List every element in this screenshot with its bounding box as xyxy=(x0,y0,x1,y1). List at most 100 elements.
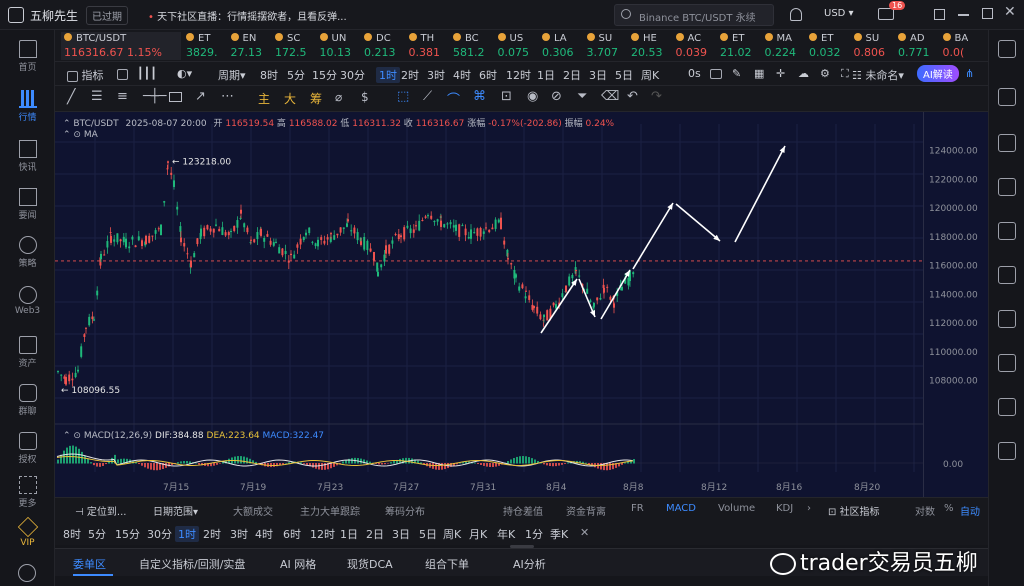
lock-icon[interactable]: ⊡ xyxy=(501,89,512,104)
parallel-lines-icon[interactable]: ≡ xyxy=(117,89,128,104)
tab-order-area[interactable]: 委单区 xyxy=(73,556,106,572)
tf-1[interactable]: 5分 xyxy=(88,526,106,542)
grid-layout-icon[interactable]: ▦ xyxy=(754,67,764,80)
window-restore-icon[interactable] xyxy=(934,9,945,20)
fullscreen-icon[interactable]: ⛶ xyxy=(841,67,849,81)
redo-icon[interactable]: ↷ xyxy=(651,89,662,104)
maximize-icon[interactable] xyxy=(982,8,993,19)
ticker-item[interactable]: MA 0.224 xyxy=(764,32,809,60)
more-tools-icon[interactable]: ⋯ xyxy=(221,89,234,104)
ticker-item[interactable]: HE 20.53 xyxy=(631,32,675,60)
drawn-arrow-line[interactable] xyxy=(675,203,721,242)
log-scale-toggle[interactable]: 对数 xyxy=(915,503,935,518)
filter-icon[interactable]: ⏷ xyxy=(577,89,587,104)
interval-3[interactable]: 30分 xyxy=(340,67,365,83)
interval-9[interactable]: 12时 xyxy=(506,67,531,83)
period-dropdown[interactable]: 周期▾ xyxy=(218,67,246,83)
magnet-icon[interactable]: ⌒ xyxy=(447,89,460,108)
rectangle-icon[interactable] xyxy=(169,92,182,102)
nav-item-vip[interactable]: VIP xyxy=(0,516,55,548)
tab-volume[interactable]: Volume xyxy=(718,503,755,514)
interval-1[interactable]: 5分 xyxy=(287,67,305,83)
ticker-item[interactable]: ET 0.032 xyxy=(809,32,853,60)
nav-item-news[interactable]: 要闻 xyxy=(0,188,55,221)
interval-12[interactable]: 3日 xyxy=(589,67,607,83)
interval-11[interactable]: 2日 xyxy=(563,67,581,83)
nav-item-more[interactable]: 更多 xyxy=(0,476,55,509)
status-badge[interactable]: 已过期 xyxy=(86,6,128,25)
pattern-icon[interactable]: ⌘ xyxy=(473,89,486,104)
tf-5[interactable]: 2时 xyxy=(203,526,221,542)
ticker-item[interactable]: SU 3.707 xyxy=(586,32,631,60)
calendar-icon[interactable] xyxy=(998,178,1016,196)
horizontal-lines-icon[interactable]: ☰ xyxy=(91,89,103,104)
ticker-item[interactable]: UN 10.13 xyxy=(319,32,364,60)
nav-item-home[interactable]: 首页 xyxy=(0,40,55,73)
ticker-item[interactable]: EN 27.13 xyxy=(230,32,275,60)
date-range-button[interactable]: 日期范围▾ xyxy=(153,503,198,518)
arrow-tool-icon[interactable]: ↗ xyxy=(195,89,206,104)
tf-7[interactable]: 4时 xyxy=(255,526,273,542)
interval-14[interactable]: 周K xyxy=(641,67,659,83)
watchlist-icon[interactable] xyxy=(998,40,1016,58)
horizontal-ray-icon[interactable]: ─┼─ xyxy=(143,89,166,104)
interval-7[interactable]: 4时 xyxy=(453,67,471,83)
tf-12[interactable]: 3日 xyxy=(392,526,410,542)
nav-item-auth[interactable]: 授权 xyxy=(0,432,55,465)
trend-line-icon[interactable]: ╱ xyxy=(67,89,75,105)
chip-tool[interactable]: 筹 xyxy=(310,90,322,107)
news-icon[interactable] xyxy=(998,266,1016,284)
interval-13[interactable]: 5日 xyxy=(615,67,633,83)
main-chart-tool[interactable]: 主 xyxy=(258,90,270,107)
large-order-tool[interactable]: 大 xyxy=(284,90,296,107)
trend-icon[interactable] xyxy=(998,398,1016,416)
trades-icon[interactable] xyxy=(998,134,1016,152)
orderbook-icon[interactable] xyxy=(998,88,1016,106)
tab-main-order-tracking[interactable]: 主力大单跟踪 xyxy=(300,503,360,518)
close-icon[interactable]: ✕ xyxy=(1004,4,1016,20)
tab-spot-dca[interactable]: 现货DCA xyxy=(347,556,393,572)
cloud-icon[interactable]: ☁ xyxy=(798,67,809,80)
tf-10[interactable]: 1日 xyxy=(340,526,358,542)
interval-0[interactable]: 8时 xyxy=(260,67,278,83)
tab-position-diff[interactable]: 持仓差值 xyxy=(503,503,543,518)
ticker-item[interactable]: BA 0.0( xyxy=(942,32,987,60)
interval-10[interactable]: 1日 xyxy=(537,67,555,83)
price-axis[interactable] xyxy=(923,112,988,497)
tab-fr[interactable]: FR xyxy=(631,503,644,514)
nav-item-flash[interactable]: 快讯 xyxy=(0,140,55,173)
layout-select[interactable]: ☷ 未命名▾ xyxy=(852,67,904,83)
percent-tool-icon[interactable]: ⌀ xyxy=(335,90,342,104)
chat-icon[interactable] xyxy=(998,354,1016,372)
tab-kdj[interactable]: KDJ xyxy=(776,503,793,514)
scroll-right-icon[interactable]: › xyxy=(807,503,811,514)
drawn-arrow-line[interactable] xyxy=(632,202,674,270)
tab-large-trades[interactable]: 大额成交 xyxy=(233,503,273,518)
layers-icon[interactable] xyxy=(998,310,1016,328)
tf-18[interactable]: 季K xyxy=(550,526,568,542)
collapse-icon[interactable]: ⌃ xyxy=(63,119,71,129)
tab-chip-distribution[interactable]: 筹码分布 xyxy=(385,503,425,518)
tab-fund-divergence[interactable]: 资金背离 xyxy=(566,503,606,518)
camera-icon[interactable] xyxy=(710,67,722,80)
tf-4[interactable]: 1时 xyxy=(175,526,199,542)
chart-area[interactable]: 124000.00 122000.00 120000.00 118000.00 1160… xyxy=(55,112,988,497)
interval-2[interactable]: 15分 xyxy=(312,67,337,83)
tf-3[interactable]: 30分 xyxy=(147,526,172,542)
interval-8[interactable]: 6时 xyxy=(479,67,497,83)
bell-icon[interactable] xyxy=(790,8,802,21)
macd-header[interactable]: ⌃ ⊙ MACD(12,26,9) DIF:384.88 DEA:223.64 … xyxy=(63,431,324,441)
tab-macd[interactable]: MACD xyxy=(666,503,696,514)
indicator-button[interactable]: 指标 xyxy=(67,67,104,83)
ticker-item[interactable]: DC 0.213 xyxy=(364,32,408,60)
search-input[interactable]: Binance BTC/USDT 永续 xyxy=(614,4,774,26)
tf-0[interactable]: 8时 xyxy=(63,526,81,542)
tab-combo-order[interactable]: 组合下单 xyxy=(425,556,469,572)
percent-scale-toggle[interactable]: % xyxy=(944,503,954,514)
ma-indicator-label[interactable]: ⌃ ⊙ MA xyxy=(63,130,98,140)
nav-item-assets[interactable]: 资产 xyxy=(0,336,55,369)
minimize-icon[interactable] xyxy=(958,14,969,16)
ticker-item[interactable]: TH 0.381 xyxy=(408,32,453,60)
currency-select[interactable]: USD ▾ xyxy=(824,8,854,19)
nav-item-chat[interactable]: 群聊 xyxy=(0,384,55,417)
